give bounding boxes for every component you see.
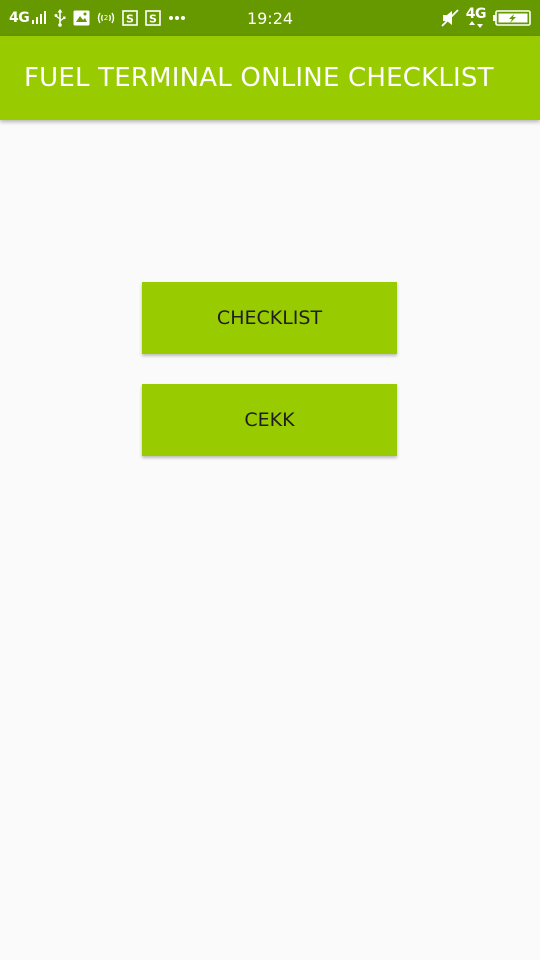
svg-text:S: S [126, 13, 134, 26]
mute-icon [441, 0, 459, 36]
data-arrows-icon [468, 21, 483, 28]
battery-charging-icon [493, 0, 531, 36]
usb-icon [54, 0, 66, 36]
image-icon [73, 0, 90, 36]
checklist-button[interactable]: CHECKLIST [142, 282, 397, 354]
svg-text:S: S [149, 13, 157, 26]
s-app-icon: S [145, 0, 162, 36]
app-bar: FUEL TERMINAL ONLINE CHECKLIST [0, 36, 540, 120]
cekk-button[interactable]: CEKK [142, 384, 397, 456]
signal-icon [31, 0, 47, 36]
network-type-right-label: 4G [465, 6, 487, 22]
wifi-calling-icon: 2 [97, 0, 115, 36]
s-app-icon: S [122, 0, 139, 36]
network-type-right: 4G [465, 0, 487, 36]
clock-text: 19:24 [246, 8, 294, 28]
app-title: FUEL TERMINAL ONLINE CHECKLIST [24, 63, 494, 93]
status-bar-right: 4G [441, 0, 531, 36]
network-type-label: 4G [9, 10, 30, 26]
more-dots-icon [168, 0, 186, 36]
status-bar: 4G 2 S S 19:24 4G [0, 0, 540, 36]
svg-text:2: 2 [104, 14, 108, 22]
status-bar-left: 4G 2 S S [9, 0, 186, 36]
